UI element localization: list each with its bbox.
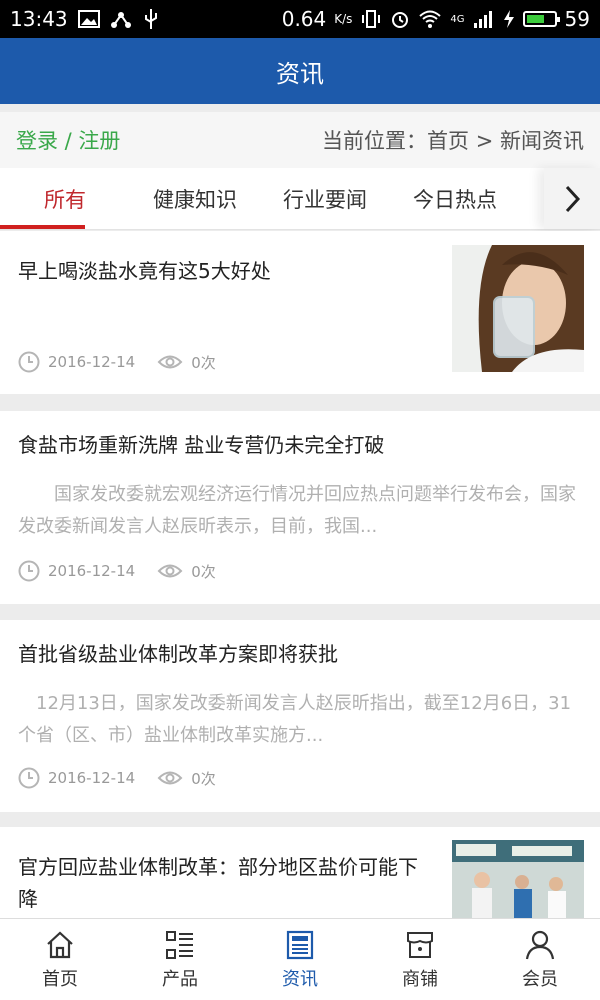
nav-news[interactable]: 资讯 <box>240 919 360 1000</box>
article-date: 2016-12-14 <box>48 769 136 787</box>
tab-health[interactable]: 健康知识 <box>130 168 260 229</box>
eye-icon <box>157 564 183 578</box>
article-title: 早上喝淡盐水竟有这5大好处 <box>18 259 271 283</box>
news-icon <box>286 930 314 959</box>
clock-icon <box>18 767 40 789</box>
tab-all[interactable]: 所有 <box>0 168 130 229</box>
article-meta: 2016-12-14 0次 <box>18 767 216 789</box>
article-meta: 2016-12-14 0次 <box>18 351 216 373</box>
nav-label: 资讯 <box>282 968 318 990</box>
eye-icon <box>157 771 183 785</box>
nav-label: 首页 <box>42 968 78 990</box>
usb-icon <box>144 9 157 29</box>
article-views: 0次 <box>191 353 216 372</box>
bottom-nav: 首页 产品 资讯 商铺 会员 <box>0 918 600 1000</box>
nav-shop[interactable]: 商铺 <box>360 919 480 1000</box>
vibrate-icon <box>362 10 381 28</box>
article-date: 2016-12-14 <box>48 562 136 580</box>
image-icon <box>77 10 100 28</box>
article-card[interactable]: 食盐市场重新洗牌 盐业专营仍未完全打破 国家发改委就宏观经济运行情况并回应热点问… <box>0 411 600 604</box>
article-title: 食盐市场重新洗牌 盐业专营仍未完全打破 <box>18 433 385 457</box>
login-register-link[interactable]: 登录 / 注册 <box>16 125 120 155</box>
nav-label: 产品 <box>162 968 198 990</box>
eye-icon <box>157 355 183 369</box>
app-bar: 资讯 <box>0 38 600 104</box>
battery-level: 59 <box>564 7 590 31</box>
article-card[interactable]: 首批省级盐业体制改革方案即将获批 12月13日，国家发改委新闻发言人赵辰昕指出，… <box>0 620 600 812</box>
tab-hot-today[interactable]: 今日热点 <box>390 168 520 229</box>
nav-products[interactable]: 产品 <box>120 919 240 1000</box>
home-icon <box>47 931 73 958</box>
breadcrumb: 当前位置：首页 > 新闻资讯 <box>322 129 584 153</box>
status-time: 13:43 <box>10 7 68 31</box>
tab-label: 健康知识 <box>153 187 237 212</box>
charging-icon <box>503 10 514 28</box>
share-icon <box>110 12 131 28</box>
user-icon <box>525 930 555 959</box>
tab-label: 今日热点 <box>413 187 497 212</box>
nav-home[interactable]: 首页 <box>0 919 120 1000</box>
article-date: 2016-12-14 <box>48 353 136 371</box>
clock-icon <box>18 560 40 582</box>
clock-icon <box>18 351 40 373</box>
wifi-icon <box>419 10 442 28</box>
nav-label: 商铺 <box>402 968 438 990</box>
list-icon <box>166 930 193 959</box>
nav-label: 会员 <box>522 968 558 990</box>
article-summary: 国家发改委就宏观经济运行情况并回应热点问题举行发布会，国家发改委新闻发言人赵辰昕… <box>18 484 576 537</box>
tabs-next-button[interactable] <box>544 168 600 229</box>
status-bar: 13:43 0.64 K/s 4G 59 <box>0 0 600 38</box>
alarm-icon <box>392 12 409 28</box>
article-summary: 12月13日，国家发改委新闻发言人赵辰昕指出，截至12月6日，31个省（区、市）… <box>18 693 572 746</box>
network-speed-unit: K/s <box>334 12 353 26</box>
shop-icon <box>407 931 433 958</box>
nav-member[interactable]: 会员 <box>480 919 600 1000</box>
article-views: 0次 <box>191 562 216 581</box>
tab-label: 行业要闻 <box>283 187 367 212</box>
article-thumbnail <box>452 245 584 372</box>
network-speed: 0.64 <box>281 7 327 31</box>
tab-industry-news[interactable]: 行业要闻 <box>260 168 390 229</box>
network-type: 4G <box>450 13 465 25</box>
article-title: 官方回应盐业体制改革：部分地区盐价可能下降 <box>18 855 418 911</box>
article-meta: 2016-12-14 0次 <box>18 560 216 582</box>
location-bar: 登录 / 注册 当前位置：首页 > 新闻资讯 <box>0 112 600 168</box>
article-title: 首批省级盐业体制改革方案即将获批 <box>18 642 338 666</box>
tab-label: 所有 <box>44 187 86 212</box>
page-title: 资讯 <box>276 59 324 88</box>
battery-icon <box>522 11 560 27</box>
article-thumbnail <box>452 840 584 918</box>
article-card[interactable]: 早上喝淡盐水竟有这5大好处 2016-12-14 0次 <box>0 231 600 394</box>
category-tabs: 所有 健康知识 行业要闻 今日热点 <box>0 168 600 230</box>
signal-icon <box>473 11 492 28</box>
chevron-right-icon <box>565 185 581 212</box>
article-card[interactable]: 官方回应盐业体制改革：部分地区盐价可能下降 <box>0 827 600 918</box>
article-views: 0次 <box>191 769 216 788</box>
